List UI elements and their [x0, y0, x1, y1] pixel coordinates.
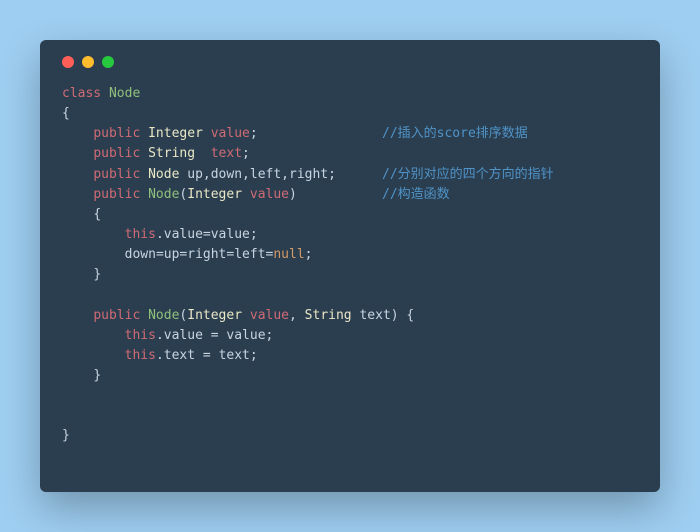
keyword-null: null: [273, 247, 304, 262]
param-type-string: String: [305, 308, 352, 323]
param-value: value: [250, 187, 289, 202]
comment-directions: //分别对应的四个方向的指针: [382, 165, 554, 185]
brace-close: }: [93, 368, 101, 383]
keyword-public: public: [93, 126, 140, 141]
comment-score: //插入的score排序数据: [382, 124, 528, 144]
constructor-name-2: Node: [148, 308, 179, 323]
maximize-icon[interactable]: [102, 56, 114, 68]
param-value: value: [250, 308, 289, 323]
brace-close: }: [62, 428, 70, 443]
keyword-public: public: [93, 167, 140, 182]
code-block: class Node { public Integer value;//插入的s…: [62, 84, 638, 447]
window-titlebar: [62, 56, 638, 84]
constructor-name: Node: [148, 187, 179, 202]
type-string: String: [148, 146, 195, 161]
keyword-public: public: [93, 308, 140, 323]
param-text: text: [359, 308, 390, 323]
brace-close: }: [93, 267, 101, 282]
class-name: Node: [109, 86, 140, 101]
keyword-this: this: [125, 348, 156, 363]
keyword-public: public: [93, 187, 140, 202]
param-type-integer: Integer: [187, 308, 242, 323]
brace-open: {: [93, 207, 101, 222]
type-integer: Integer: [148, 126, 203, 141]
keyword-class: class: [62, 86, 101, 101]
keyword-this: this: [125, 328, 156, 343]
field-value: value: [211, 126, 250, 141]
brace-open: {: [62, 106, 70, 121]
type-node: Node: [148, 167, 179, 182]
field-directions: up,down,left,right: [187, 167, 328, 182]
minimize-icon[interactable]: [82, 56, 94, 68]
code-window: class Node { public Integer value;//插入的s…: [40, 40, 660, 492]
field-text: text: [211, 146, 242, 161]
param-type-integer: Integer: [187, 187, 242, 202]
comment-constructor: //构造函数: [382, 185, 450, 205]
close-icon[interactable]: [62, 56, 74, 68]
keyword-this: this: [125, 227, 156, 242]
keyword-public: public: [93, 146, 140, 161]
